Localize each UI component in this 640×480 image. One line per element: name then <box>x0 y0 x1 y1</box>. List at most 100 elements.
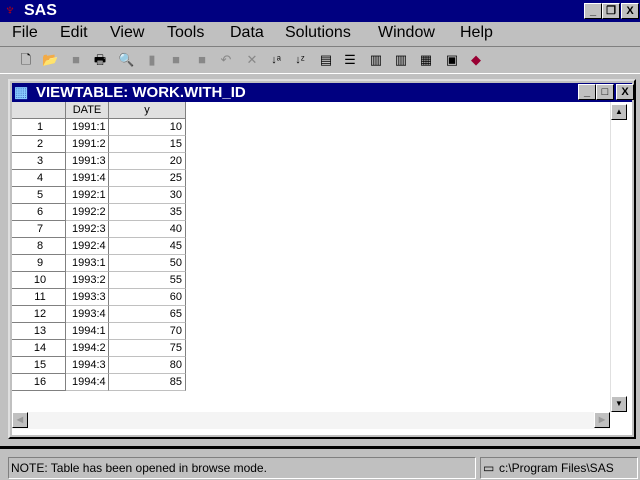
row-number[interactable]: 9 <box>12 255 66 272</box>
sort-ascending-icon[interactable]: ↓ᵃ <box>268 52 284 68</box>
date-cell[interactable]: 1991:1 <box>66 119 109 136</box>
y-cell[interactable]: 50 <box>109 255 186 272</box>
row-number[interactable]: 10 <box>12 272 66 289</box>
row-number[interactable]: 4 <box>12 170 66 187</box>
table-attributes-icon[interactable]: ▥ <box>393 52 409 68</box>
new-icon[interactable]: 🗋 <box>18 52 34 68</box>
y-cell[interactable]: 35 <box>109 204 186 221</box>
corner-header <box>12 102 66 119</box>
sort-descending-icon[interactable]: ↓ᶻ <box>292 52 308 68</box>
date-cell[interactable]: 1992:3 <box>66 221 109 238</box>
scroll-left-icon[interactable]: ◀ <box>12 412 28 428</box>
menu-window[interactable]: Window <box>378 24 435 42</box>
cut-icon[interactable]: ▮ <box>144 52 160 68</box>
menu-solutions[interactable]: Solutions <box>285 24 351 42</box>
scroll-up-icon[interactable]: ▲ <box>611 104 627 120</box>
drive-icon: ▭ <box>483 461 495 475</box>
delete-icon[interactable]: ✕ <box>244 52 260 68</box>
y-cell[interactable]: 60 <box>109 289 186 306</box>
sas-logo-icon: ♆ <box>4 2 16 19</box>
save-icon[interactable]: ■ <box>68 52 84 68</box>
y-cell[interactable]: 40 <box>109 221 186 238</box>
date-cell[interactable]: 1994:3 <box>66 357 109 374</box>
menu-edit[interactable]: Edit <box>60 24 88 42</box>
y-cell[interactable]: 85 <box>109 374 186 391</box>
scroll-right-icon[interactable]: ▶ <box>594 412 610 428</box>
toolbar: 🗋 📂 ■ 🖶 🔍 ▮ ■ ■ ↶ ✕ ↓ᵃ ↓ᶻ ▤ ☰ ▥ ▥ ▦ ▣ ◆ <box>0 46 640 74</box>
current-path: c:\Program Files\SAS <box>499 461 614 475</box>
column-header-y[interactable]: y <box>109 102 186 119</box>
y-cell[interactable]: 65 <box>109 306 186 323</box>
viewtable-title-bar: ▦ VIEWTABLE: WORK.WITH_ID _ □ X <box>12 83 634 102</box>
menu-help[interactable]: Help <box>460 24 493 42</box>
table-view-icon[interactable]: ▤ <box>318 52 334 68</box>
viewtable-title: VIEWTABLE: WORK.WITH_ID <box>36 84 246 101</box>
date-cell[interactable]: 1991:3 <box>66 153 109 170</box>
viewtable-close-button[interactable]: X <box>616 84 634 100</box>
row-number[interactable]: 3 <box>12 153 66 170</box>
app-title: SAS <box>24 2 57 19</box>
y-cell[interactable]: 30 <box>109 187 186 204</box>
print-icon[interactable]: 🖶 <box>92 52 108 68</box>
y-cell[interactable]: 25 <box>109 170 186 187</box>
viewtable-maximize-button[interactable]: □ <box>596 84 614 100</box>
row-number[interactable]: 8 <box>12 238 66 255</box>
date-cell[interactable]: 1994:4 <box>66 374 109 391</box>
row-number[interactable]: 16 <box>12 374 66 391</box>
row-number[interactable]: 6 <box>12 204 66 221</box>
menu-file[interactable]: File <box>12 24 38 42</box>
status-path: ▭ c:\Program Files\SAS <box>480 457 638 479</box>
row-number[interactable]: 1 <box>12 119 66 136</box>
row-number[interactable]: 2 <box>12 136 66 153</box>
menu-data[interactable]: Data <box>230 24 264 42</box>
date-cell[interactable]: 1993:1 <box>66 255 109 272</box>
date-cell[interactable]: 1992:2 <box>66 204 109 221</box>
date-cell[interactable]: 1993:3 <box>66 289 109 306</box>
form-view-icon[interactable]: ☰ <box>342 52 358 68</box>
date-cell[interactable]: 1991:4 <box>66 170 109 187</box>
row-number[interactable]: 7 <box>12 221 66 238</box>
y-cell[interactable]: 10 <box>109 119 186 136</box>
y-cell[interactable]: 55 <box>109 272 186 289</box>
edit-table-icon[interactable]: ▦ <box>418 52 434 68</box>
undo-icon[interactable]: ↶ <box>218 52 234 68</box>
y-cell[interactable]: 45 <box>109 238 186 255</box>
date-cell[interactable]: 1991:2 <box>66 136 109 153</box>
row-number[interactable]: 15 <box>12 357 66 374</box>
date-cell[interactable]: 1992:1 <box>66 187 109 204</box>
query-icon[interactable]: ▣ <box>444 52 460 68</box>
row-number[interactable]: 14 <box>12 340 66 357</box>
column-header-date[interactable]: DATE <box>66 102 109 119</box>
menu-view[interactable]: View <box>110 24 144 42</box>
viewtable-window: ▦ VIEWTABLE: WORK.WITH_ID _ □ X DATE y ▲… <box>8 79 636 439</box>
row-number[interactable]: 11 <box>12 289 66 306</box>
column-attributes-icon[interactable]: ▥ <box>368 52 384 68</box>
row-number[interactable]: 5 <box>12 187 66 204</box>
row-number[interactable]: 12 <box>12 306 66 323</box>
open-icon[interactable]: 📂 <box>42 52 58 68</box>
scroll-down-icon[interactable]: ▼ <box>611 396 627 412</box>
paste-icon[interactable]: ■ <box>194 52 210 68</box>
print-preview-icon[interactable]: 🔍 <box>118 52 134 68</box>
minimize-button[interactable]: _ <box>584 3 602 19</box>
restore-button[interactable]: ❐ <box>602 3 620 19</box>
y-cell[interactable]: 75 <box>109 340 186 357</box>
date-cell[interactable]: 1992:4 <box>66 238 109 255</box>
date-cell[interactable]: 1993:4 <box>66 306 109 323</box>
help-book-icon[interactable]: ◆ <box>468 52 484 68</box>
date-cell[interactable]: 1993:2 <box>66 272 109 289</box>
date-cell[interactable]: 1994:1 <box>66 323 109 340</box>
y-cell[interactable]: 80 <box>109 357 186 374</box>
y-cell[interactable]: 15 <box>109 136 186 153</box>
divider <box>0 446 640 449</box>
vertical-scrollbar[interactable]: ▲ ▼ <box>610 102 627 412</box>
row-number[interactable]: 13 <box>12 323 66 340</box>
close-button[interactable]: X <box>621 3 639 19</box>
date-cell[interactable]: 1994:2 <box>66 340 109 357</box>
menu-tools[interactable]: Tools <box>167 24 204 42</box>
y-cell[interactable]: 70 <box>109 323 186 340</box>
horizontal-scrollbar[interactable]: ◀ ▶ <box>12 412 610 429</box>
copy-icon[interactable]: ■ <box>168 52 184 68</box>
y-cell[interactable]: 20 <box>109 153 186 170</box>
viewtable-minimize-button[interactable]: _ <box>578 84 596 100</box>
